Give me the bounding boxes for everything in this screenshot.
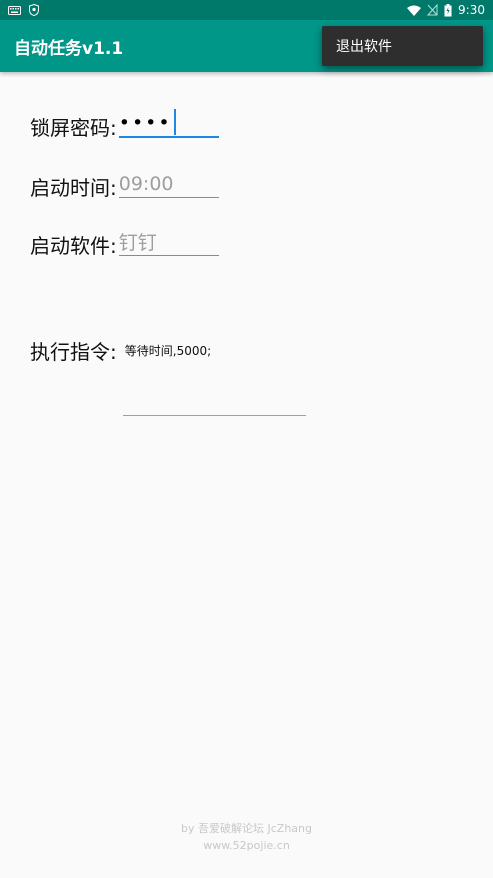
lock-password-row: 锁屏密码: ••••: [30, 109, 219, 140]
command-input-underline: [123, 415, 306, 416]
start-app-row: 启动软件: 钉钉: [30, 228, 219, 256]
keyboard-icon: [8, 5, 21, 15]
lock-password-value: ••••: [118, 112, 172, 134]
command-input[interactable]: 等待时间,5000;: [125, 342, 211, 359]
footer-url: www.52pojie.cn: [203, 839, 290, 852]
status-time: 9:30: [458, 3, 485, 17]
footer: by 吾爱破解论坛 JcZhang www.52pojie.cn: [0, 820, 493, 854]
overflow-menu: 退出软件: [322, 26, 483, 66]
wifi-icon: [407, 5, 422, 16]
start-app-label: 启动软件:: [30, 234, 117, 258]
start-app-field[interactable]: 钉钉: [118, 228, 219, 256]
battery-icon: [444, 3, 452, 17]
command-label: 执行指令:: [30, 340, 117, 364]
menu-item-exit-app[interactable]: 退出软件: [336, 36, 392, 56]
footer-credit: by 吾爱破解论坛 JcZhang: [181, 822, 312, 835]
status-left: [8, 4, 39, 16]
app-title: 自动任务v1.1: [14, 38, 124, 59]
start-app-placeholder: 钉钉: [118, 232, 157, 254]
lock-password-field[interactable]: ••••: [118, 109, 219, 138]
command-row: 执行指令: 等待时间,5000;: [30, 336, 211, 365]
status-right: 9:30: [407, 3, 485, 17]
shield-icon: [29, 4, 39, 16]
status-bar: 9:30: [0, 0, 493, 20]
no-sim-icon: [427, 4, 438, 16]
lock-password-label: 锁屏密码:: [30, 116, 117, 140]
start-time-placeholder: 09:00: [118, 172, 174, 195]
start-time-label: 启动时间:: [30, 176, 117, 200]
start-time-field[interactable]: 09:00: [118, 170, 219, 198]
start-time-row: 启动时间: 09:00: [30, 170, 219, 198]
text-cursor: [173, 109, 176, 135]
